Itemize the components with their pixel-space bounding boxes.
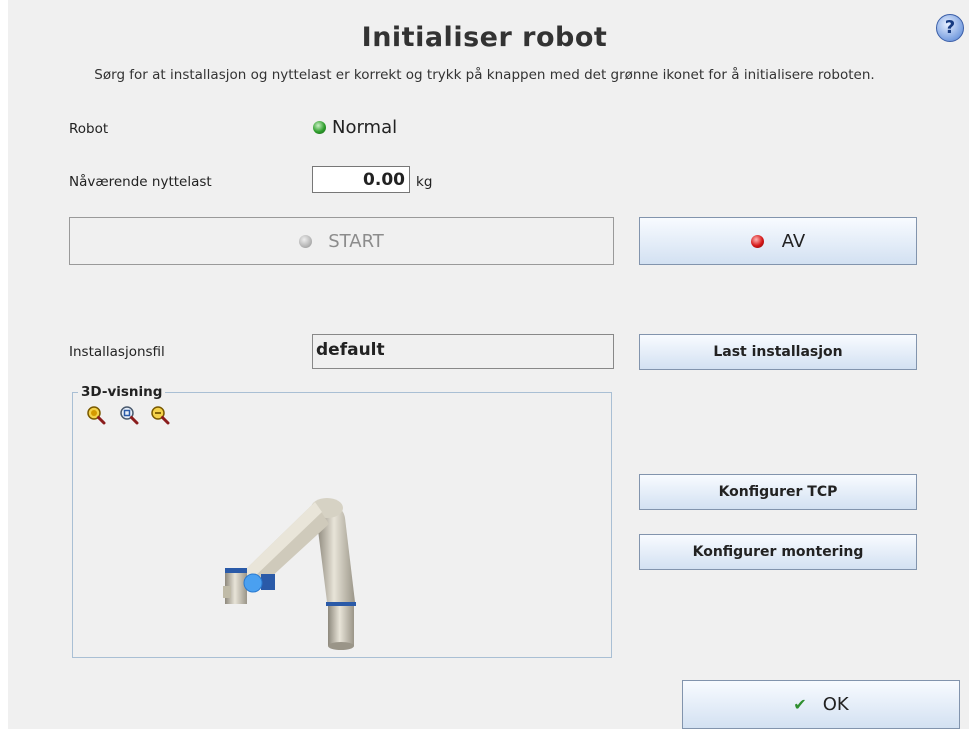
- payload-input[interactable]: 0.00: [312, 166, 410, 193]
- power-off-led-icon: [750, 234, 764, 248]
- configure-tcp-button[interactable]: Konfigurer TCP: [639, 474, 917, 510]
- installation-label: Installasjonsfil: [69, 344, 165, 360]
- zoom-in-icon[interactable]: [86, 405, 106, 425]
- page-title: Initialiser robot: [361, 22, 608, 53]
- ok-button[interactable]: ✔ OK: [682, 680, 960, 729]
- help-icon[interactable]: ?: [936, 14, 964, 42]
- zoom-out-icon[interactable]: [150, 405, 170, 425]
- robot-status: Normal: [313, 117, 397, 138]
- load-installation-button[interactable]: Last installasjon: [639, 334, 917, 370]
- robot-status-text: Normal: [332, 117, 398, 138]
- configure-mounting-button[interactable]: Konfigurer montering: [639, 534, 917, 570]
- payload-unit: kg: [416, 174, 433, 190]
- robot-arm-model[interactable]: [215, 490, 385, 655]
- ok-button-label: OK: [822, 694, 849, 715]
- off-button-label: AV: [781, 230, 806, 252]
- start-led-icon: [299, 234, 313, 248]
- payload-label: Nåværende nyttelast: [69, 174, 212, 190]
- robot-label: Robot: [69, 121, 109, 137]
- zoom-fit-icon[interactable]: [119, 405, 139, 425]
- start-button-label: START: [328, 230, 384, 252]
- installation-file-field: default: [312, 334, 614, 369]
- start-button[interactable]: START: [69, 217, 614, 265]
- checkmark-icon: ✔: [793, 695, 807, 714]
- page-subtitle: Sørg for at installasjon og nyttelast er…: [94, 67, 875, 83]
- status-ok-icon: [313, 121, 326, 134]
- 3d-view-title: 3D-visning: [78, 384, 166, 400]
- off-button[interactable]: AV: [639, 217, 917, 265]
